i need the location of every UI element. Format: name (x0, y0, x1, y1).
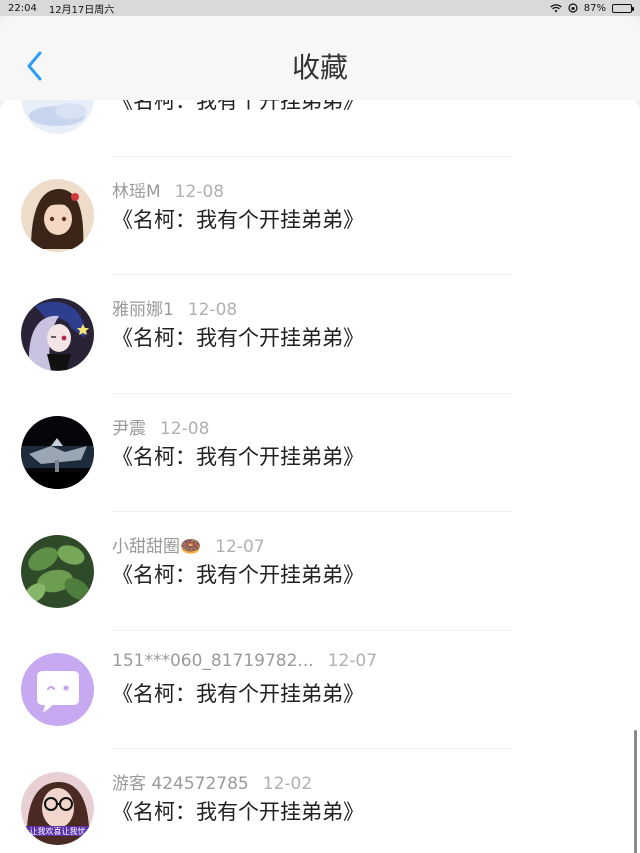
book-title: 《名柯：我有个开挂弟弟》 (112, 563, 364, 587)
item-meta: 游客 424572785 12-02 (112, 769, 312, 794)
list-item[interactable]: 小甜甜圈🍩 12-07 《名柯：我有个开挂弟弟》 (0, 512, 640, 631)
battery-percent: 87% (583, 2, 606, 14)
item-date: 12-08 (160, 418, 210, 439)
item-date: 12-02 (262, 774, 313, 794)
item-meta: 雅丽娜1 12-08 (112, 295, 237, 320)
book-title: 《名柯：我有个开挂弟弟》 (112, 800, 364, 824)
item-meta: 林瑶M 12-08 (112, 177, 224, 202)
user-name: 雅丽娜1 (112, 300, 174, 320)
list-item[interactable]: 林瑶M 12-08 《名柯：我有个开挂弟弟》 (0, 157, 640, 275)
cloud-avatar[interactable] (21, 98, 94, 134)
item-date: 12-08 (187, 300, 238, 320)
book-title: 《名柯：我有个开挂弟弟》 (112, 681, 364, 706)
user-name: 游客 424572785 (112, 774, 249, 794)
status-right: 87% (550, 2, 634, 14)
wifi-icon (550, 3, 562, 12)
status-time: 22:04 (8, 2, 37, 14)
list-item[interactable]: 尹震 12-08 《名柯：我有个开挂弟弟》 (0, 394, 640, 512)
glasses-girl-avatar[interactable]: 让我欢喜让我忧 (21, 771, 94, 845)
item-meta: 151***060_81719782... 12-07 (112, 651, 377, 671)
list-item[interactable]: 雅丽娜1 12-08 《名柯：我有个开挂弟弟》 (0, 275, 640, 394)
book-title: 《名柯：我有个开挂弟弟》 (112, 326, 364, 350)
chat-bubble-avatar[interactable] (21, 653, 94, 727)
item-date: 12-08 (174, 181, 225, 202)
item-date: 12-07 (327, 650, 378, 671)
user-name: 小甜甜圈🍩 (112, 537, 202, 557)
list-item[interactable]: 让我欢喜让我忧 游客 424572785 12-02 《名柯：我有个开挂弟弟》 (0, 749, 640, 853)
list-item[interactable]: 《名柯：我有个开挂弟弟》 (0, 98, 640, 157)
user-name: 林瑶M (112, 181, 161, 202)
battery-icon (612, 3, 634, 13)
favorites-list-card: 《名柯：我有个开挂弟弟》 林瑶M 12-08 《名柯：我有个开挂弟弟》 雅丽娜1… (0, 98, 640, 853)
user-name: 尹震 (112, 418, 146, 439)
user-name: 151***060_81719782... (112, 650, 314, 671)
item-date: 12-07 (215, 537, 265, 557)
avatar-caption: 让我欢喜让我忧 (30, 826, 86, 836)
list-item[interactable]: 151***060_81719782... 12-07 《名柯：我有个开挂弟弟》 (0, 631, 640, 749)
book-title: 《名柯：我有个开挂弟弟》 (112, 98, 364, 113)
scrollbar[interactable] (634, 730, 637, 853)
item-meta: 小甜甜圈🍩 12-07 (112, 532, 265, 557)
status-date: 12月17日周六 (48, 4, 115, 16)
plant-avatar[interactable] (21, 534, 94, 608)
nav-bar: 收藏 (0, 16, 640, 100)
rotation-lock-icon (568, 3, 578, 13)
book-title: 《名柯：我有个开挂弟弟》 (112, 444, 364, 469)
anime-girl-avatar[interactable] (21, 179, 94, 253)
purple-hair-avatar[interactable] (21, 297, 94, 371)
status-bar: 22:04 12月17日周六 87% (0, 0, 640, 16)
item-meta: 尹震 12-08 (112, 414, 209, 439)
mecha-avatar[interactable] (21, 416, 94, 490)
book-title: 《名柯：我有个开挂弟弟》 (112, 207, 364, 232)
page-title: 收藏 (291, 51, 348, 84)
favorites-list: 《名柯：我有个开挂弟弟》 林瑶M 12-08 《名柯：我有个开挂弟弟》 雅丽娜1… (0, 98, 640, 853)
